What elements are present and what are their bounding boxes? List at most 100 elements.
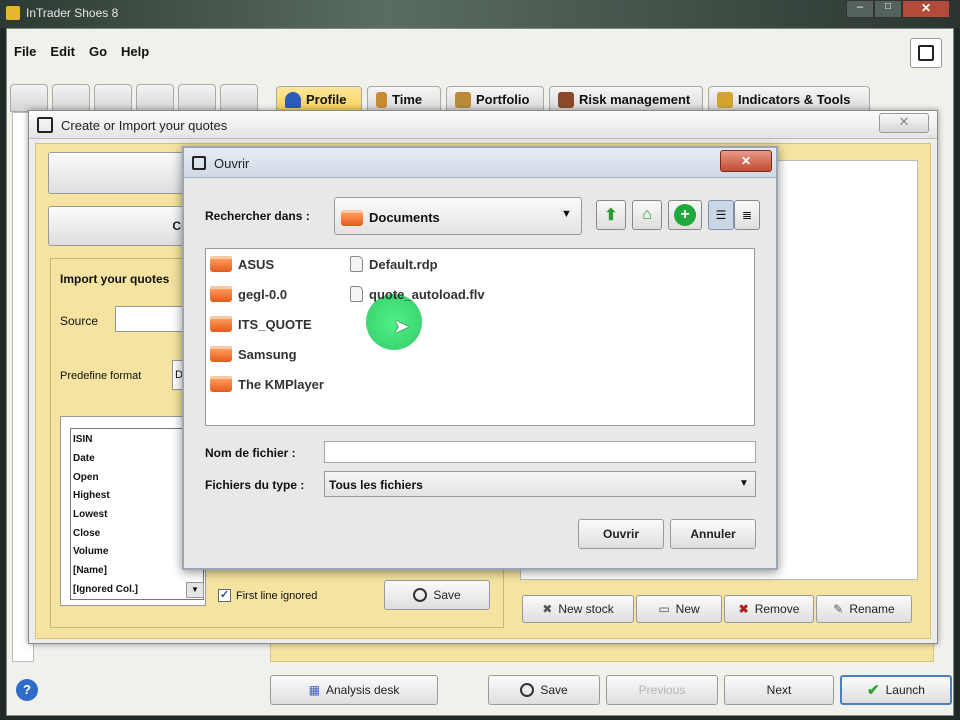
- look-in-select[interactable]: Documents ▼: [334, 197, 582, 235]
- field-list-scroll-arrow[interactable]: ▼: [186, 582, 204, 598]
- menu-bar: File Edit Go Help: [14, 44, 149, 59]
- create-dialog-title: Create or Import your quotes: [61, 118, 228, 133]
- field-close[interactable]: Close: [73, 528, 100, 539]
- folder-item-asus[interactable]: ASUS: [210, 256, 274, 272]
- tool-tab-3-icon[interactable]: [94, 84, 132, 112]
- up-arrow-icon: ⬆: [604, 207, 618, 224]
- minimize-button[interactable]: –: [846, 0, 874, 18]
- new-folder-button[interactable]: +: [668, 200, 702, 230]
- folder-icon: [210, 346, 232, 362]
- remove-icon: ✖: [738, 602, 749, 616]
- new-stock-button[interactable]: ✖ New stock: [522, 595, 634, 623]
- scales-icon: [558, 91, 574, 108]
- open-dialog-close-button[interactable]: ✕: [720, 150, 772, 172]
- field-isin[interactable]: ISIN: [73, 434, 92, 445]
- file-icon: [350, 286, 363, 302]
- filename-label: Nom de fichier :: [205, 446, 296, 460]
- folder-icon: [210, 376, 232, 392]
- app-icon: [6, 6, 20, 20]
- tool-tab-6-icon[interactable]: [220, 84, 258, 112]
- field-lowest[interactable]: Lowest: [73, 509, 107, 520]
- field-highest[interactable]: Highest: [73, 490, 110, 501]
- list-view-icon: ☰: [715, 208, 727, 222]
- folder-icon: [341, 210, 363, 226]
- folder-item-gegl[interactable]: gegl-0.0: [210, 286, 287, 302]
- folder-icon: [210, 286, 232, 302]
- mouse-pointer-icon: ➤: [393, 316, 410, 338]
- import-save-button[interactable]: Save: [384, 580, 490, 610]
- folder-item-kmplayer[interactable]: The KMPlayer: [210, 376, 324, 392]
- tool-tab-2-icon[interactable]: [52, 84, 90, 112]
- home-button[interactable]: ⌂: [632, 200, 662, 230]
- tab-risk-management[interactable]: Risk management: [549, 86, 703, 112]
- first-line-checkbox[interactable]: ✓: [218, 589, 231, 602]
- field-ignored-col[interactable]: [Ignored Col.]: [73, 584, 138, 595]
- field-date[interactable]: Date: [73, 453, 95, 464]
- new-button[interactable]: ▭ New: [636, 595, 722, 623]
- check-icon: ✔: [867, 682, 880, 699]
- menu-edit[interactable]: Edit: [50, 44, 75, 59]
- save-icon: [520, 683, 535, 697]
- menu-file[interactable]: File: [14, 44, 36, 59]
- up-folder-button[interactable]: ⬆: [596, 200, 626, 230]
- file-item-quote-autoload[interactable]: quote_autoload.flv: [350, 286, 485, 302]
- filetype-label: Fichiers du type :: [205, 478, 305, 492]
- look-in-label: Rechercher dans :: [205, 209, 310, 223]
- open-button[interactable]: Ouvrir: [578, 519, 664, 549]
- filetype-select[interactable]: Tous les fichiers ▼: [324, 471, 756, 497]
- folder-item-samsung[interactable]: Samsung: [210, 346, 297, 362]
- field-open[interactable]: Open: [73, 472, 99, 483]
- first-line-label: First line ignored: [236, 590, 318, 602]
- file-item-default-rdp[interactable]: Default.rdp: [350, 256, 438, 272]
- previous-button[interactable]: Previous: [606, 675, 718, 705]
- folder-item-its-quote[interactable]: ITS_QUOTE: [210, 316, 312, 332]
- file-icon: [350, 256, 363, 272]
- details-view-icon: ≣: [741, 208, 753, 222]
- bottom-save-button[interactable]: Save: [488, 675, 600, 705]
- tool-tab-1-icon[interactable]: [10, 84, 48, 112]
- analysis-desk-button[interactable]: ▦ Analysis desk: [270, 675, 438, 705]
- create-dialog-close-button[interactable]: ✕: [879, 113, 929, 133]
- menu-help[interactable]: Help: [121, 44, 149, 59]
- field-name[interactable]: [Name]: [73, 565, 107, 576]
- left-icon-tabs: [10, 84, 272, 112]
- new-doc-icon: ▭: [658, 602, 670, 616]
- maximize-button[interactable]: □: [874, 0, 902, 18]
- next-button[interactable]: Next: [724, 675, 834, 705]
- folder-icon: [210, 256, 232, 272]
- import-heading: Import your quotes: [60, 272, 170, 286]
- tools-icon: ✖: [542, 602, 553, 616]
- tab-portfolio[interactable]: Portfolio: [446, 86, 544, 112]
- export-icon[interactable]: [910, 38, 942, 68]
- help-icon[interactable]: ?: [16, 679, 38, 701]
- rename-icon: ✎: [833, 602, 844, 616]
- open-dialog-icon: [192, 156, 206, 170]
- details-view-button[interactable]: ≣: [734, 200, 760, 230]
- file-list[interactable]: [205, 248, 755, 426]
- open-dialog-title: Ouvrir: [214, 156, 250, 171]
- title-bar: InTrader Shoes 8 – □ ✕: [0, 0, 960, 28]
- launch-button[interactable]: ✔ Launch: [840, 675, 952, 705]
- close-window-button[interactable]: ✕: [902, 0, 950, 18]
- home-icon: ⌂: [642, 206, 652, 223]
- filetype-value: Tous les fichiers: [329, 478, 423, 492]
- rename-button[interactable]: ✎ Rename: [816, 595, 912, 623]
- hourglass-icon: [376, 91, 387, 108]
- menu-go[interactable]: Go: [89, 44, 107, 59]
- remove-button[interactable]: ✖ Remove: [724, 595, 814, 623]
- window-title: InTrader Shoes 8: [26, 6, 119, 20]
- cancel-button[interactable]: Annuler: [670, 519, 756, 549]
- folder-icon: [210, 316, 232, 332]
- tab-time[interactable]: Time: [367, 86, 441, 112]
- filename-input[interactable]: [324, 441, 756, 463]
- list-view-button[interactable]: ☰: [708, 200, 734, 230]
- tab-profile[interactable]: Profile: [276, 86, 362, 112]
- field-volume[interactable]: Volume: [73, 546, 108, 557]
- filetype-dropdown-icon: ▼: [739, 478, 749, 489]
- briefcase-icon: [455, 91, 471, 108]
- indicators-icon: [717, 91, 733, 108]
- tool-tab-4-icon[interactable]: [136, 84, 174, 112]
- tool-tab-5-icon[interactable]: [178, 84, 216, 112]
- source-label: Source: [60, 314, 99, 328]
- tab-indicators-tools[interactable]: Indicators & Tools: [708, 86, 870, 112]
